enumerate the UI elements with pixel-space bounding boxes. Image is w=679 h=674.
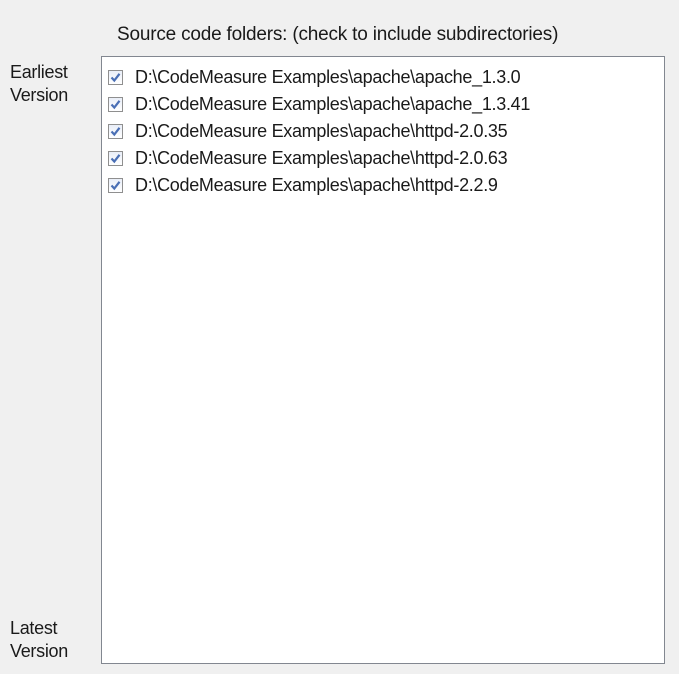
earliest-version-label: Earliest Version [10, 61, 68, 107]
latest-version-label: Latest Version [10, 617, 68, 663]
folder-checkbox[interactable] [108, 97, 123, 112]
check-mark-icon [110, 100, 121, 110]
folder-path: D:\CodeMeasure Examples\apache\apache_1.… [135, 67, 521, 87]
earliest-version-label-line2: Version [10, 85, 68, 105]
check-mark-icon [110, 73, 121, 83]
folder-path: D:\CodeMeasure Examples\apache\httpd-2.2… [135, 175, 498, 195]
folder-checkbox[interactable] [108, 70, 123, 85]
check-mark-icon [110, 181, 121, 191]
check-mark-icon [110, 127, 121, 137]
folder-list-item[interactable]: D:\CodeMeasure Examples\apache\httpd-2.0… [108, 120, 508, 143]
earliest-version-label-line1: Earliest [10, 62, 68, 82]
folder-list-item[interactable]: D:\CodeMeasure Examples\apache\apache_1.… [108, 66, 521, 89]
folder-checkbox[interactable] [108, 151, 123, 166]
source-folders-list[interactable]: D:\CodeMeasure Examples\apache\apache_1.… [101, 56, 665, 664]
folder-path: D:\CodeMeasure Examples\apache\httpd-2.0… [135, 121, 508, 141]
folder-list-item[interactable]: D:\CodeMeasure Examples\apache\httpd-2.0… [108, 147, 508, 170]
folder-checkbox[interactable] [108, 124, 123, 139]
source-folders-header: Source code folders: (check to include s… [117, 24, 559, 45]
latest-version-label-line1: Latest [10, 618, 58, 638]
folder-path: D:\CodeMeasure Examples\apache\httpd-2.0… [135, 148, 508, 168]
source-folders-panel: Source code folders: (check to include s… [0, 0, 679, 674]
check-mark-icon [110, 154, 121, 164]
folder-list-item[interactable]: D:\CodeMeasure Examples\apache\httpd-2.2… [108, 174, 498, 197]
latest-version-label-line2: Version [10, 641, 68, 661]
folder-path: D:\CodeMeasure Examples\apache\apache_1.… [135, 94, 531, 114]
folder-list-item[interactable]: D:\CodeMeasure Examples\apache\apache_1.… [108, 93, 530, 116]
folder-checkbox[interactable] [108, 178, 123, 193]
